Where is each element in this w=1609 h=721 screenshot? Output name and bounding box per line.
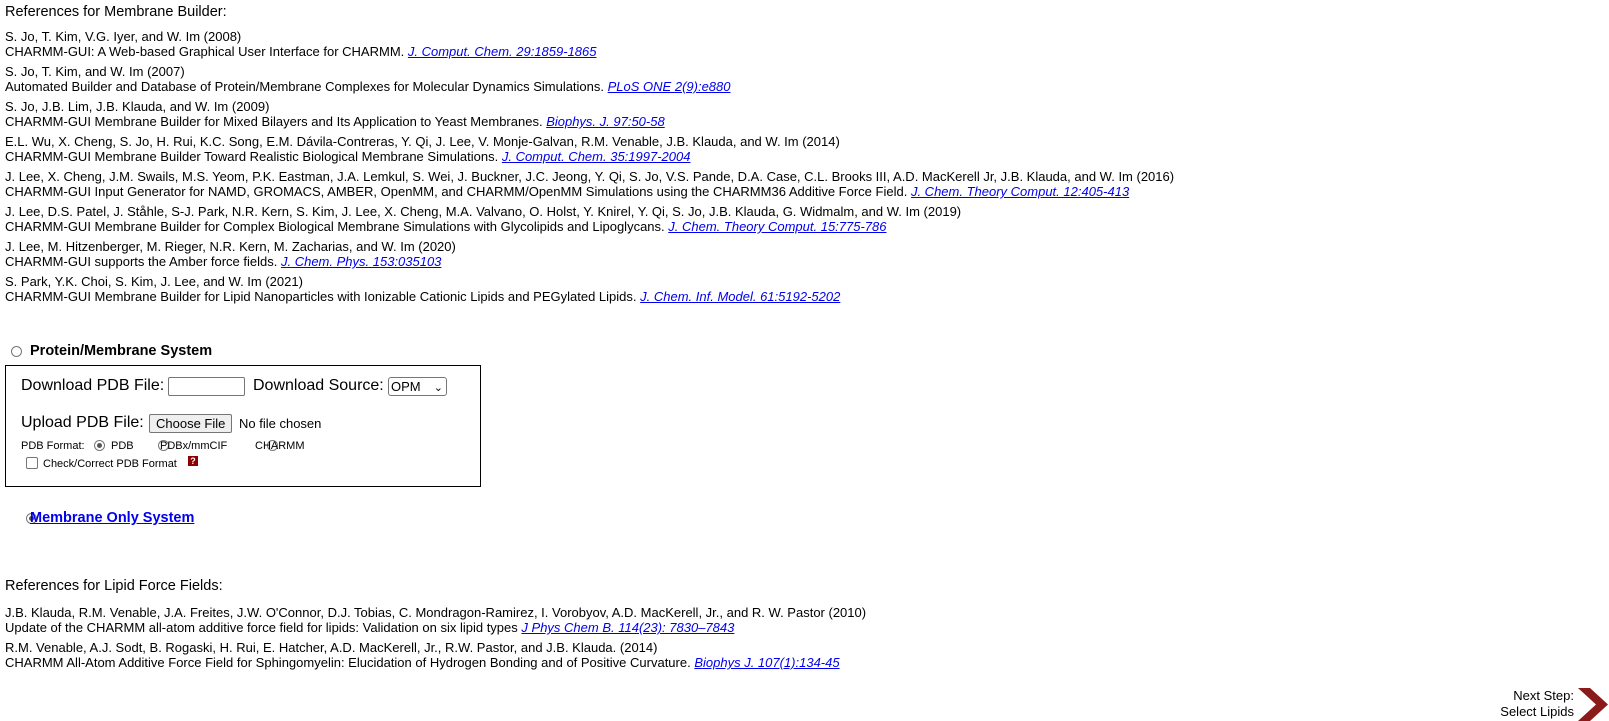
reference-title: Automated Builder and Database of Protei… (5, 79, 605, 94)
reference-item: S. Park, Y.K. Choi, S. Kim, J. Lee, and … (5, 274, 840, 304)
reference-link[interactable]: Biophys J. 107(1):134-45 (694, 655, 839, 670)
reference-title: CHARMM-GUI Membrane Builder for Mixed Bi… (5, 114, 543, 129)
reference-title: CHARMM-GUI supports the Amber force fiel… (5, 254, 278, 269)
check-pdb-label: Check/Correct PDB Format (43, 458, 177, 470)
help-icon[interactable]: ? (188, 456, 198, 466)
check-pdb-checkbox[interactable] (26, 457, 38, 469)
choose-file-button[interactable]: Choose File (149, 414, 233, 433)
format-pdb-radio[interactable] (94, 440, 105, 451)
download-source-label: Download Source: (253, 377, 384, 394)
reference-title: CHARMM-GUI Input Generator for NAMD, GRO… (5, 184, 908, 199)
next-step-line1: Next Step: (1513, 688, 1574, 703)
reference-title: Update of the CHARMM all-atom additive f… (5, 620, 518, 635)
reference-title: CHARMM-GUI Membrane Builder Toward Reali… (5, 149, 499, 164)
reference-item: J. Lee, D.S. Patel, J. Ståhle, S-J. Park… (5, 204, 961, 234)
reference-title: CHARMM-GUI Membrane Builder for Lipid Na… (5, 289, 637, 304)
format-charmm-label: CHARMM (255, 440, 305, 452)
reference-item: S. Jo, J.B. Lim, J.B. Klauda, and W. Im … (5, 99, 665, 129)
reference-link[interactable]: J. Comput. Chem. 35:1997-2004 (502, 149, 691, 164)
reference-authors: J. Lee, M. Hitzenberger, M. Rieger, N.R.… (5, 239, 456, 254)
download-source-select[interactable]: OPM ⌄ (388, 377, 447, 396)
reference-authors: E.L. Wu, X. Cheng, S. Jo, H. Rui, K.C. S… (5, 134, 840, 149)
reference-item: J. Lee, M. Hitzenberger, M. Rieger, N.R.… (5, 239, 456, 269)
download-source-value: OPM (391, 379, 421, 394)
pdb-format-label: PDB Format: (21, 440, 85, 452)
download-pdb-label: Download PDB File: (21, 377, 165, 394)
reference-item: S. Jo, T. Kim, V.G. Iyer, and W. Im (200… (5, 29, 597, 59)
reference-item: E.L. Wu, X. Cheng, S. Jo, H. Rui, K.C. S… (5, 134, 840, 164)
reference-item: R.M. Venable, A.J. Sodt, B. Rogaski, H. … (5, 640, 840, 670)
reference-link[interactable]: J. Comput. Chem. 29:1859-1865 (408, 44, 597, 59)
chevron-right-icon[interactable] (1578, 688, 1608, 721)
membrane-only-link[interactable]: Membrane Only System (30, 510, 194, 526)
reference-link[interactable]: PLoS ONE 2(9):e880 (608, 79, 731, 94)
lipid-refs-heading: References for Lipid Force Fields: (5, 578, 223, 594)
reference-link[interactable]: J. Chem. Phys. 153:035103 (281, 254, 441, 269)
pdb-id-input[interactable] (168, 377, 245, 396)
pdb-input-panel: Download PDB File: Download Source: OPM … (5, 365, 481, 487)
protein-membrane-label: Protein/Membrane System (30, 343, 213, 359)
reference-item: S. Jo, T. Kim, and W. Im (2007) Automate… (5, 64, 731, 94)
reference-link[interactable]: J. Chem. Theory Comput. 15:775-786 (668, 219, 886, 234)
reference-title: CHARMM All-Atom Additive Force Field for… (5, 655, 691, 670)
chevron-down-icon: ⌄ (433, 382, 443, 394)
membrane-refs-heading: References for Membrane Builder: (5, 4, 227, 20)
reference-authors: R.M. Venable, A.J. Sodt, B. Rogaski, H. … (5, 640, 658, 655)
reference-title: CHARMM-GUI: A Web-based Graphical User I… (5, 44, 405, 59)
reference-authors: S. Jo, T. Kim, V.G. Iyer, and W. Im (200… (5, 29, 242, 44)
reference-link[interactable]: Biophys. J. 97:50-58 (546, 114, 665, 129)
reference-authors: S. Jo, J.B. Lim, J.B. Klauda, and W. Im … (5, 99, 270, 114)
reference-link[interactable]: J. Chem. Inf. Model. 61:5192-5202 (640, 289, 840, 304)
reference-authors: J.B. Klauda, R.M. Venable, J.A. Freites,… (5, 605, 867, 620)
reference-item: J.B. Klauda, R.M. Venable, J.A. Freites,… (5, 605, 866, 635)
reference-title: CHARMM-GUI Membrane Builder for Complex … (5, 219, 665, 234)
reference-link[interactable]: J Phys Chem B. 114(23): 7830–7843 (521, 620, 734, 635)
next-step-line2: Select Lipids (1500, 704, 1574, 719)
reference-authors: S. Jo, T. Kim, and W. Im (2007) (5, 64, 185, 79)
reference-authors: J. Lee, D.S. Patel, J. Ståhle, S-J. Park… (5, 204, 962, 219)
upload-pdb-label: Upload PDB File: (21, 414, 144, 431)
next-step-button[interactable]: Next Step: Select Lipids (1500, 688, 1574, 720)
reference-link[interactable]: J. Chem. Theory Comput. 12:405-413 (911, 184, 1129, 199)
reference-item: J. Lee, X. Cheng, J.M. Swails, M.S. Yeom… (5, 169, 1174, 199)
no-file-text: No file chosen (239, 416, 322, 431)
format-pdbx-label: PDBx/mmCIF (160, 440, 228, 452)
reference-authors: S. Park, Y.K. Choi, S. Kim, J. Lee, and … (5, 274, 303, 289)
reference-authors: J. Lee, X. Cheng, J.M. Swails, M.S. Yeom… (5, 169, 1175, 184)
format-pdb-label: PDB (111, 440, 134, 452)
protein-membrane-radio[interactable] (11, 346, 22, 357)
